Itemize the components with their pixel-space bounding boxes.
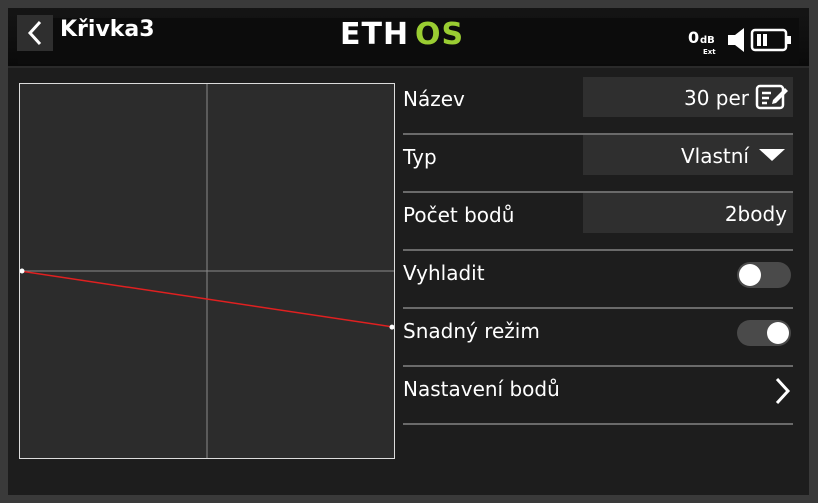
toggle-knob xyxy=(767,322,789,344)
points-select[interactable]: 2body xyxy=(583,193,793,233)
back-chevron-icon xyxy=(27,20,42,46)
svg-text:ETH: ETH xyxy=(340,17,409,50)
page-title: Křivka3 xyxy=(60,17,155,42)
curve-point-2[interactable] xyxy=(389,324,395,330)
point-setup-label: Nastavení bodů xyxy=(403,377,560,401)
volume-source: Ext xyxy=(703,48,716,56)
curve-graph[interactable] xyxy=(19,83,395,459)
row-name: Název 30 per xyxy=(403,76,793,135)
volume-unit: dB xyxy=(700,35,715,46)
back-button[interactable] xyxy=(17,15,53,51)
row-easy-mode: Snadný režim xyxy=(403,308,793,367)
speaker-icon xyxy=(728,28,744,52)
easy-mode-label: Snadný režim xyxy=(403,319,540,343)
battery-icon xyxy=(750,28,791,52)
ethos-logo: ETH OS xyxy=(340,17,464,50)
toggle-knob xyxy=(739,264,761,286)
volume-value: 0 xyxy=(688,28,700,47)
row-smooth: Vyhladit xyxy=(403,250,793,309)
row-points: Počet bodů 2body xyxy=(403,192,793,251)
status-area: 0 dB Ext xyxy=(682,18,792,56)
smooth-label: Vyhladit xyxy=(403,261,485,285)
smooth-toggle[interactable] xyxy=(737,262,791,288)
type-value: Vlastní xyxy=(681,144,749,168)
points-value: 2body xyxy=(724,202,787,226)
row-type: Typ Vlastní xyxy=(403,134,793,193)
type-select[interactable]: Vlastní xyxy=(583,135,793,175)
dropdown-arrow-icon xyxy=(759,149,785,161)
type-label: Typ xyxy=(403,145,437,169)
name-value: 30 per xyxy=(683,86,749,110)
name-label: Název xyxy=(403,87,465,111)
curve-plot xyxy=(20,84,394,458)
row-point-setup[interactable]: Nastavení bodů xyxy=(403,366,793,425)
points-label: Počet bodů xyxy=(403,203,515,227)
edit-icon xyxy=(755,84,788,110)
name-field[interactable]: 30 per xyxy=(583,77,793,117)
chevron-right-icon xyxy=(775,377,791,405)
curve-point-1[interactable] xyxy=(20,268,25,274)
easy-mode-toggle[interactable] xyxy=(737,320,791,346)
svg-text:OS: OS xyxy=(415,17,464,50)
